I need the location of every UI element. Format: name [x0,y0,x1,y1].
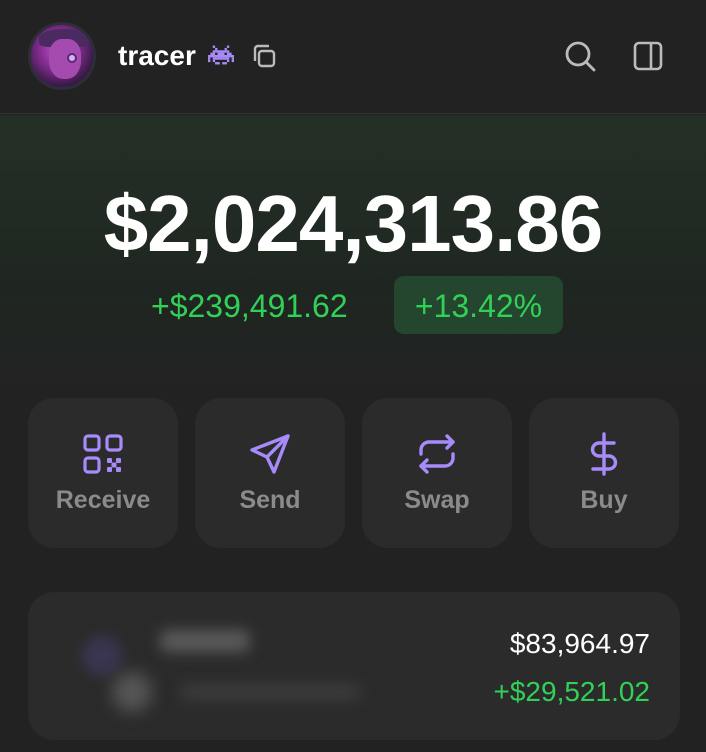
qr-code-icon [83,434,123,474]
search-icon[interactable] [562,38,598,74]
buy-button[interactable]: Buy [529,398,679,548]
token-value: $83,964.97 [509,628,650,659]
dollar-icon [590,432,618,476]
buy-label: Buy [580,486,628,514]
avatar-eye [67,53,77,63]
swap-button[interactable]: Swap [362,398,512,548]
alien-icon [208,45,234,65]
header: tracer [0,0,706,114]
token-change: +$29,521.02 [493,676,651,707]
token-logo [82,636,122,676]
receive-label: Receive [55,486,151,514]
change-amount: +$239,491.62 [151,288,348,324]
token-name-redacted [160,630,250,652]
balance-change-row: +$239,491.62 +13.42% [0,276,706,334]
send-label: Send [239,486,301,514]
swap-icon [419,434,455,474]
send-icon [250,434,290,474]
receive-button[interactable]: Receive [28,398,178,548]
change-percent: +13.42% [414,288,543,324]
token-balance-redacted [180,684,360,700]
change-percent-badge: +13.42% [394,276,563,334]
sidebar-toggle-icon[interactable] [632,40,664,72]
send-button[interactable]: Send [195,398,345,548]
swap-label: Swap [404,486,470,514]
username[interactable]: tracer [118,40,196,72]
total-balance: $2,024,313.86 [103,179,604,268]
network-logo [112,672,152,712]
token-row[interactable]: $83,964.97 +$29,521.02 [28,592,680,740]
copy-icon[interactable] [250,42,278,70]
avatar[interactable] [28,22,96,90]
